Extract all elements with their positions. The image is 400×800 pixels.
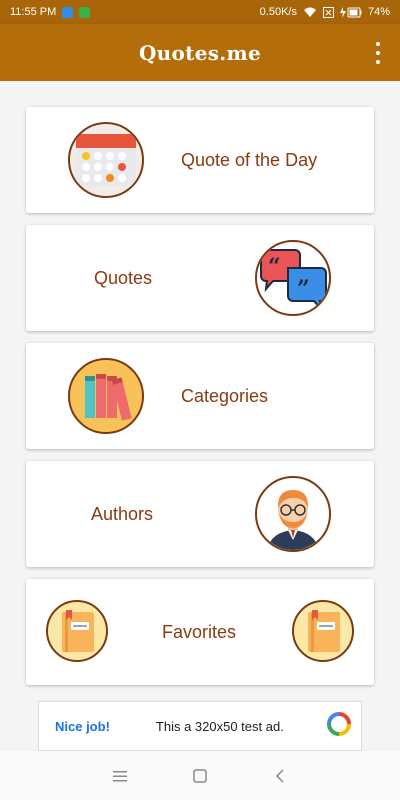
ad-badge: Nice job! [55,718,110,734]
home-square-icon[interactable] [185,761,215,791]
card-categories[interactable]: Categories [26,343,374,449]
card-favorites[interactable]: Favorites [26,579,374,685]
menu-icon[interactable] [105,761,135,791]
card-quote-of-the-day[interactable]: Quote of the Day [26,107,374,213]
battery-level: 74% [367,6,390,18]
card-label: Categories [181,386,269,406]
app-notification-icon [62,6,74,18]
status-left: 11:55 PM [10,6,91,18]
network-speed: 0.50K/s [259,6,297,18]
svg-text:”: ” [297,276,310,302]
speech-bubbles-icon: “ ” [255,240,331,316]
ad-text: This a 320x50 test ad. [155,718,284,734]
app-title: Quotes.me [138,40,262,65]
svg-text:“: “ [268,254,281,280]
more-vert-icon[interactable] [370,42,386,64]
author-avatar-icon [255,476,331,552]
card-quotes[interactable]: Quotes “ ” [26,225,374,331]
status-bar: 11:55 PM 0.50K/s 74% [0,0,400,24]
back-icon[interactable] [265,761,295,791]
books-icon [68,358,144,434]
ad-banner[interactable]: Nice job! This a 320x50 test ad. [38,701,362,751]
card-label: Favorites [162,622,237,642]
app-notification-icon [79,6,91,18]
ad-logo-icon [327,711,351,741]
status-right: 0.50K/s 74% [260,6,390,18]
card-authors[interactable]: Authors [26,461,374,567]
notebook-icon [46,600,108,662]
main-content: Quote of the Day Quotes “ ” Categories A… [0,81,400,751]
card-label: Quote of the Day [181,150,318,170]
card-label: Authors [91,504,154,524]
system-nav-bar [0,751,400,800]
status-time: 11:55 PM [10,6,57,18]
calendar-icon [68,122,144,198]
card-label: Quotes [94,268,153,288]
notebook-icon [292,600,354,662]
app-bar: Quotes.me [0,24,400,81]
wifi-icon [303,7,316,17]
sim-icon [322,6,334,18]
battery-charging-icon [339,6,362,18]
